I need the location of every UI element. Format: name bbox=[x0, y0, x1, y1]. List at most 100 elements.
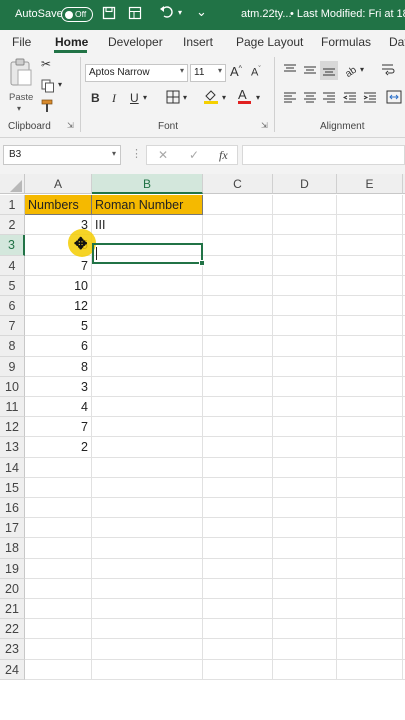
cell[interactable] bbox=[273, 356, 337, 377]
align-middle-icon[interactable] bbox=[303, 63, 317, 80]
cell[interactable] bbox=[25, 518, 92, 539]
undo-dropdown-icon[interactable]: ▾ bbox=[178, 8, 182, 17]
cell[interactable] bbox=[337, 619, 403, 640]
row-header[interactable]: 2 bbox=[0, 215, 25, 236]
align-center-icon[interactable] bbox=[303, 91, 317, 108]
cell[interactable] bbox=[92, 356, 203, 377]
cell[interactable] bbox=[273, 437, 337, 458]
roman-cell[interactable]: III bbox=[92, 215, 203, 236]
cell[interactable] bbox=[203, 659, 273, 680]
number-cell[interactable]: 3 bbox=[25, 376, 92, 397]
cell[interactable] bbox=[92, 316, 203, 337]
cell[interactable] bbox=[92, 599, 203, 620]
cell[interactable] bbox=[25, 538, 92, 559]
cell[interactable] bbox=[337, 477, 403, 498]
cell[interactable] bbox=[273, 215, 337, 236]
cell[interactable] bbox=[273, 457, 337, 478]
cell[interactable] bbox=[337, 255, 403, 276]
tab-page-layout[interactable]: Page Layout bbox=[236, 35, 303, 49]
cell[interactable] bbox=[337, 437, 403, 458]
cell[interactable] bbox=[92, 235, 203, 256]
borders-dropdown-icon[interactable]: ▾ bbox=[183, 93, 187, 102]
cell[interactable] bbox=[92, 457, 203, 478]
cell[interactable] bbox=[337, 215, 403, 236]
save-icon[interactable] bbox=[102, 6, 116, 23]
cell[interactable] bbox=[337, 235, 403, 256]
cell[interactable] bbox=[25, 599, 92, 620]
cell[interactable] bbox=[92, 477, 203, 498]
font-size-select[interactable]: 11 ▾ bbox=[190, 64, 226, 82]
cell[interactable] bbox=[273, 659, 337, 680]
paste-button[interactable]: Paste ▾ bbox=[6, 58, 36, 113]
row-header[interactable]: 10 bbox=[0, 376, 25, 397]
cell[interactable] bbox=[203, 498, 273, 519]
copy-icon[interactable] bbox=[41, 79, 55, 96]
font-color-dropdown-icon[interactable]: ▾ bbox=[256, 93, 260, 102]
table-icon[interactable] bbox=[128, 6, 142, 23]
row-header[interactable]: 11 bbox=[0, 397, 25, 418]
font-color-icon[interactable]: A bbox=[238, 87, 251, 104]
cell[interactable] bbox=[25, 619, 92, 640]
cell[interactable] bbox=[273, 296, 337, 317]
row-header[interactable]: 13 bbox=[0, 437, 25, 458]
paste-dropdown-icon[interactable]: ▾ bbox=[17, 104, 21, 113]
tab-developer[interactable]: Developer bbox=[108, 35, 163, 49]
cell[interactable] bbox=[337, 275, 403, 296]
cell[interactable] bbox=[203, 296, 273, 317]
cell[interactable] bbox=[92, 518, 203, 539]
cell[interactable] bbox=[203, 235, 273, 256]
cell[interactable] bbox=[203, 255, 273, 276]
cell[interactable] bbox=[203, 336, 273, 357]
underline-icon[interactable]: U bbox=[130, 91, 139, 105]
column-header-b[interactable]: B bbox=[92, 174, 203, 194]
cell[interactable] bbox=[92, 296, 203, 317]
row-header[interactable]: 22 bbox=[0, 619, 25, 640]
cell[interactable] bbox=[25, 578, 92, 599]
enter-icon[interactable]: ✓ bbox=[189, 148, 199, 162]
tab-data[interactable]: Dat bbox=[389, 35, 405, 49]
number-cell[interactable]: 5 bbox=[25, 316, 92, 337]
orientation-icon[interactable]: ab bbox=[343, 63, 359, 80]
cell[interactable] bbox=[273, 639, 337, 660]
row-header[interactable]: 19 bbox=[0, 558, 25, 579]
cell[interactable] bbox=[25, 498, 92, 519]
cell[interactable] bbox=[203, 195, 273, 216]
undo-icon[interactable] bbox=[159, 5, 175, 22]
cell[interactable] bbox=[273, 578, 337, 599]
clipboard-launcher-icon[interactable]: ⇲ bbox=[67, 121, 74, 130]
number-cell[interactable]: 7 bbox=[25, 255, 92, 276]
cell[interactable] bbox=[203, 518, 273, 539]
column-header-a[interactable]: A bbox=[25, 174, 92, 194]
number-cell[interactable]: 7 bbox=[25, 417, 92, 438]
cell[interactable] bbox=[273, 275, 337, 296]
row-header[interactable]: 20 bbox=[0, 578, 25, 599]
cell[interactable] bbox=[203, 316, 273, 337]
merge-center-icon[interactable] bbox=[386, 89, 402, 108]
cell[interactable] bbox=[337, 599, 403, 620]
cell[interactable] bbox=[203, 578, 273, 599]
row-header[interactable]: 24 bbox=[0, 659, 25, 680]
row-header[interactable]: 17 bbox=[0, 518, 25, 539]
cell[interactable] bbox=[337, 538, 403, 559]
cell[interactable] bbox=[92, 417, 203, 438]
decrease-font-size-icon[interactable]: Aˇ bbox=[251, 66, 261, 79]
number-cell[interactable]: 6 bbox=[25, 336, 92, 357]
cell[interactable] bbox=[273, 518, 337, 539]
fill-color-icon[interactable] bbox=[203, 88, 219, 107]
cell[interactable] bbox=[337, 397, 403, 418]
bold-icon[interactable]: B bbox=[91, 91, 100, 105]
cell[interactable] bbox=[337, 457, 403, 478]
orientation-dropdown-icon[interactable]: ▾ bbox=[360, 65, 364, 74]
cell[interactable] bbox=[92, 558, 203, 579]
row-header[interactable]: 16 bbox=[0, 498, 25, 519]
row-header[interactable]: 23 bbox=[0, 639, 25, 660]
cell[interactable] bbox=[25, 639, 92, 660]
cell[interactable] bbox=[203, 477, 273, 498]
cell[interactable] bbox=[337, 376, 403, 397]
borders-icon[interactable] bbox=[166, 90, 180, 107]
cell[interactable] bbox=[337, 316, 403, 337]
cell[interactable] bbox=[337, 296, 403, 317]
resize-handle-icon[interactable]: ⋮ bbox=[131, 147, 142, 160]
number-cell[interactable]: 10 bbox=[25, 275, 92, 296]
align-left-icon[interactable] bbox=[283, 91, 297, 108]
